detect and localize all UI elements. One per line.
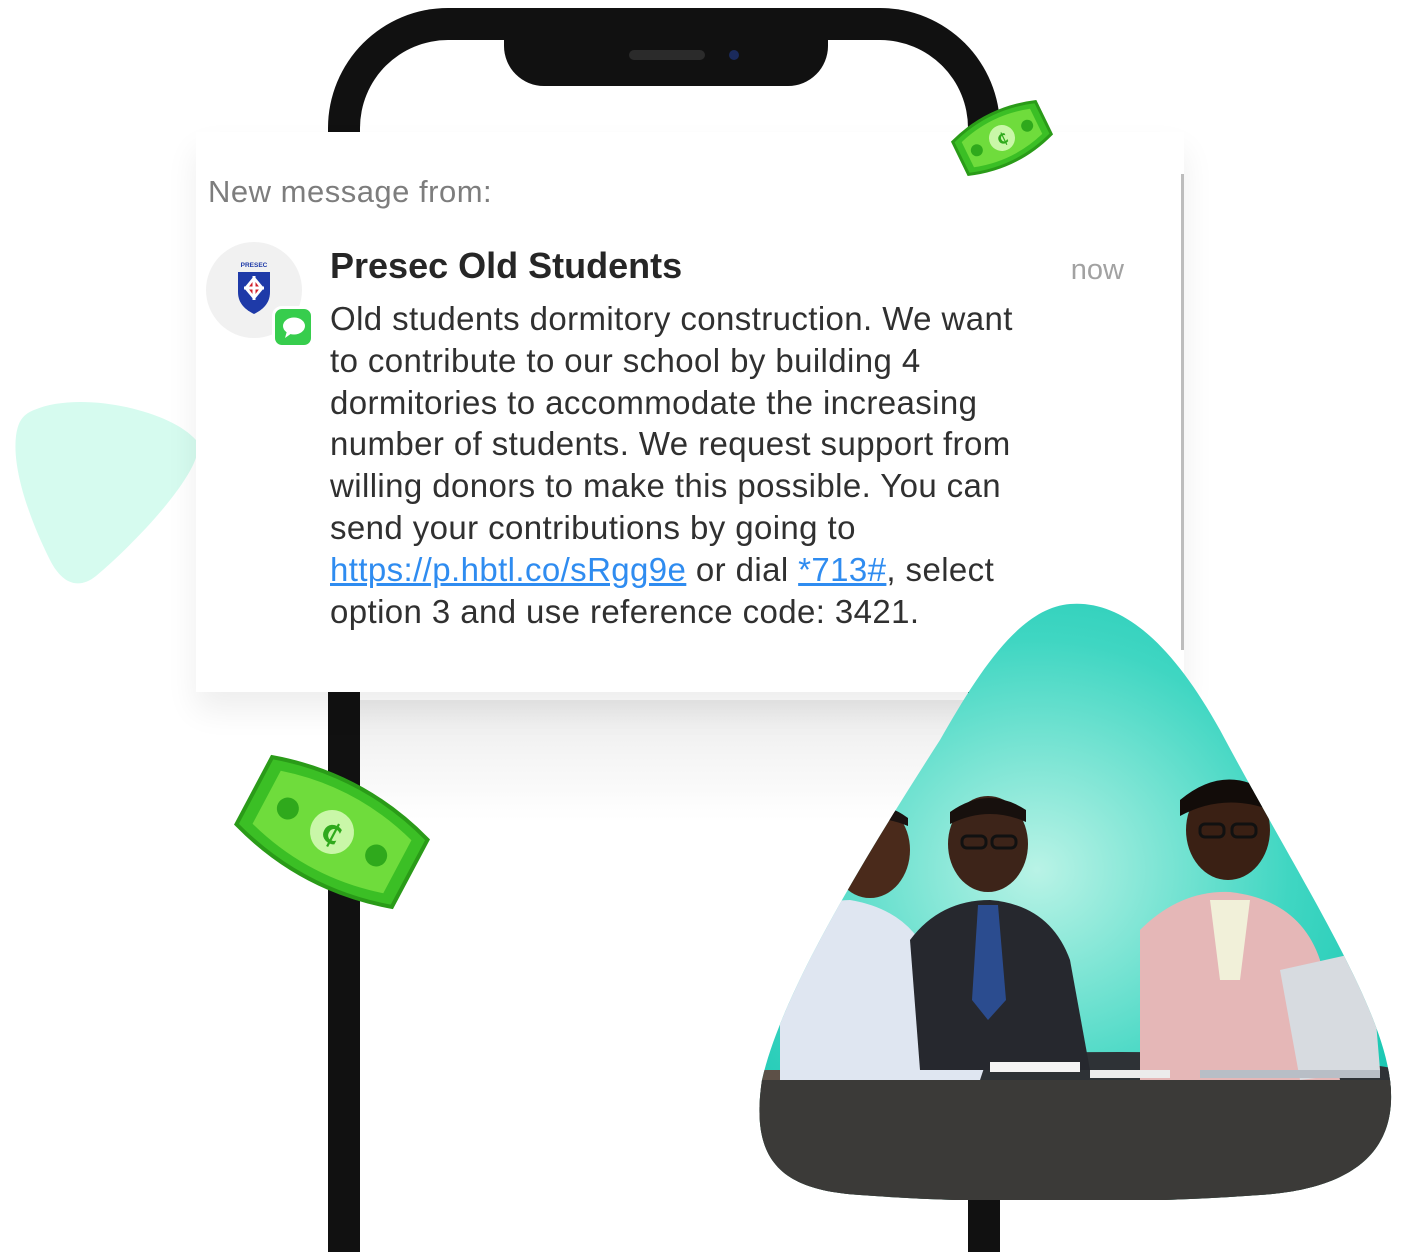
message-line: willing donors to make this possible. Yo… [330, 467, 1002, 505]
message-line: dormitories to accommodate the increasin… [330, 383, 978, 421]
speaker-grille [629, 50, 705, 60]
team-photo [759, 603, 1392, 1200]
message-line: to contribute to our school by building … [330, 341, 921, 379]
phone-notch [504, 8, 828, 86]
message-line: send your contributions by going to [330, 508, 856, 546]
message-fragment: or dial [686, 550, 799, 588]
message-line: number of students. We request support f… [330, 425, 1011, 463]
message-fragment: , select [886, 550, 995, 588]
card-edge-line [1181, 174, 1184, 650]
decorative-blob [15, 401, 199, 584]
school-crest-icon: PRESEC [238, 262, 270, 314]
svg-text:PRESEC: PRESEC [241, 262, 268, 269]
donation-link[interactable]: https://p.hbtl.co/sRgg9e [330, 551, 686, 588]
message-body: Old students dormitory construction. We … [330, 298, 1130, 632]
notification-header: New message from: [208, 174, 493, 209]
message-bubble-icon [283, 317, 305, 338]
front-camera-icon [729, 50, 739, 60]
cedi-banknote-icon: ₵ [234, 754, 430, 910]
message-line: https://p.hbtl.co/sRgg9e or dial *713#, … [330, 549, 1130, 591]
message-line: Old students dormitory construction. We … [330, 300, 1013, 337]
message-app-badge [272, 306, 314, 348]
cedi-banknote-icon: ₵ [950, 100, 1054, 176]
ussd-code-link[interactable]: *713# [798, 551, 886, 588]
sender-name: Presec Old Students [330, 245, 683, 286]
notification-time: now [1070, 254, 1124, 286]
hero-illustration: New message from: PRESEC Presec Old Stud… [0, 0, 1414, 1252]
